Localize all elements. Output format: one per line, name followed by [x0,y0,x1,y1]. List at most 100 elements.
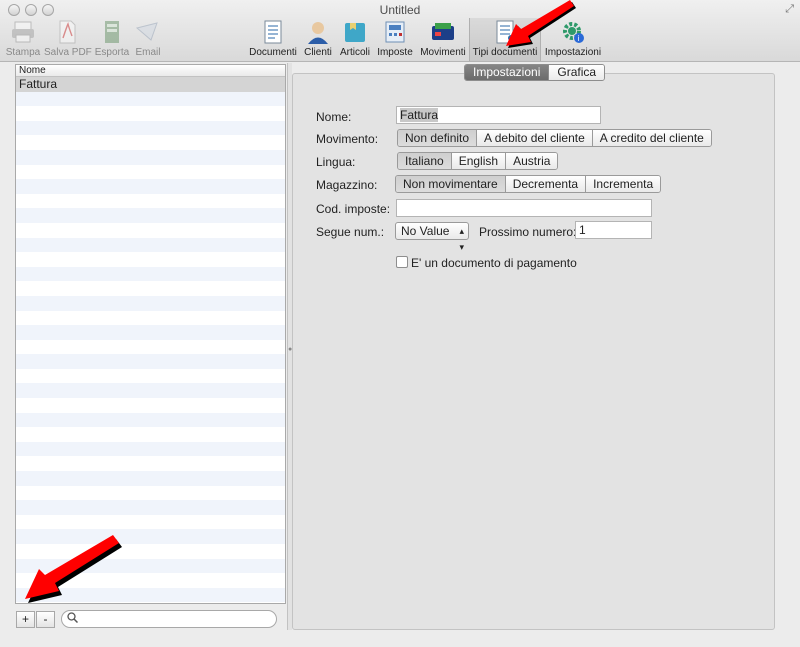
toolbar-articoli-button[interactable]: Articoli [338,20,372,60]
pagamento-label: E' un documento di pagamento [411,256,577,270]
articles-icon [342,20,368,44]
taxes-icon [382,20,408,44]
movimento-a-credito[interactable]: A credito del cliente [591,130,711,146]
empty-row [16,383,285,399]
toolbar-articoli-label: Articoli [339,47,370,58]
search-field[interactable] [61,610,277,628]
toolbar-stampa-button[interactable]: Stampa [4,20,42,60]
toolbar-clienti-button[interactable]: Clienti [302,20,334,60]
empty-row [16,340,285,355]
svg-text:i: i [578,34,580,43]
tab-impostazioni[interactable]: Impostazioni [465,65,549,80]
toolbar-esporta-label: Esporta [94,47,130,58]
empty-row [16,441,285,457]
empty-row [16,252,285,267]
pdf-icon [54,20,80,44]
movimento-a-debito[interactable]: A debito del cliente [476,130,592,146]
updown-arrows-icon: ▴ ▾ [459,226,464,252]
window-title: Untitled [379,3,421,17]
empty-row [16,135,285,150]
segue-num-select[interactable]: No Value ▴ ▾ [395,222,469,252]
lingua-segmented-control: Italiano English Austria [397,152,559,170]
empty-row [16,281,285,296]
pagamento-checkbox[interactable] [396,256,408,268]
empty-row [16,165,285,180]
movements-icon [430,20,456,44]
toolbar-imposte-button[interactable]: Imposte [377,20,413,60]
cod-imposte-label: Cod. imposte: [316,202,391,216]
tab-bar: Impostazioni Grafica [464,64,606,81]
empty-row [16,237,285,253]
empty-row [16,515,285,530]
toolbar-salva-pdf-label: Salva PDF [44,47,92,58]
nome-field[interactable]: Fattura [396,106,601,124]
empty-row [16,208,285,223]
toolbar-imposte-label: Imposte [377,47,413,58]
empty-row [16,369,285,384]
annotation-arrow-add [25,535,122,603]
printer-icon [10,20,36,44]
empty-row [16,295,285,311]
toolbar-esporta-button[interactable]: Esporta [93,20,131,60]
empty-row [16,325,285,340]
empty-row [16,149,285,165]
magazzino-decrementa[interactable]: Decrementa [504,176,586,192]
movimento-label: Movimento: [316,132,379,146]
add-item-button[interactable]: + [16,611,35,628]
remove-item-button[interactable]: - [36,611,55,628]
magazzino-label: Magazzino: [316,178,378,192]
segue-num-value: No Value [401,224,450,238]
empty-row [16,354,285,369]
email-icon [135,20,161,44]
export-icon [99,20,125,44]
empty-row [16,194,285,209]
nome-label: Nome: [316,110,352,124]
empty-row [16,91,285,107]
magazzino-non-movimentare[interactable]: Non movimentare [396,176,505,192]
empty-row [16,266,285,282]
empty-row [16,311,285,326]
list-rows: Fattura [16,77,285,603]
empty-row [16,486,285,501]
toolbar-stampa-label: Stampa [5,47,41,58]
lingua-italiano[interactable]: Italiano [398,153,451,169]
document-types-list: Nome Fattura [15,64,286,604]
toolbar-clienti-label: Clienti [304,47,332,58]
prossimo-numero-field[interactable]: 1 [575,221,652,239]
window-toolbar: Untitled ⤢ Stampa Salva PDF Esporta Emai… [0,0,800,62]
lingua-label: Lingua: [316,155,356,169]
toolbar-movimenti-button[interactable]: Movimenti [420,20,466,60]
nome-value: Fattura [400,108,439,122]
empty-row [16,471,285,486]
toolbar-documenti-button[interactable]: Documenti [249,20,297,60]
prossimo-numero-label: Prossimo numero: [479,225,577,239]
magazzino-segmented-control: Non movimentare Decrementa Incrementa [395,175,662,193]
lingua-english[interactable]: English [450,153,506,169]
toolbar-email-button[interactable]: Email [133,20,163,60]
list-item[interactable]: Fattura [16,77,285,92]
empty-row [16,106,285,121]
documents-icon [260,20,286,44]
annotation-arrow-toolbar [506,0,576,48]
empty-row [16,120,285,136]
segue-num-label: Segue num.: [316,225,385,239]
magazzino-incrementa[interactable]: Incrementa [585,176,661,192]
cod-imposte-field[interactable] [396,199,652,217]
empty-row [16,412,285,428]
toolbar-salva-pdf-button[interactable]: Salva PDF [44,20,92,60]
toolbar-email-label: Email [135,47,161,58]
empty-row [16,456,285,471]
empty-row [16,223,285,238]
lingua-austria[interactable]: Austria [505,153,558,169]
tab-grafica[interactable]: Grafica [548,65,605,80]
empty-row [16,500,285,515]
empty-row [16,179,285,194]
toolbar-documenti-label: Documenti [249,47,297,58]
search-icon [67,612,79,626]
toolbar-movimenti-label: Movimenti [420,47,466,58]
empty-row [16,427,285,442]
list-header-nome[interactable]: Nome [16,65,285,77]
fullscreen-icon[interactable]: ⤢ [785,3,794,16]
movimento-non-definito[interactable]: Non definito [398,130,477,146]
clients-icon [305,20,331,44]
